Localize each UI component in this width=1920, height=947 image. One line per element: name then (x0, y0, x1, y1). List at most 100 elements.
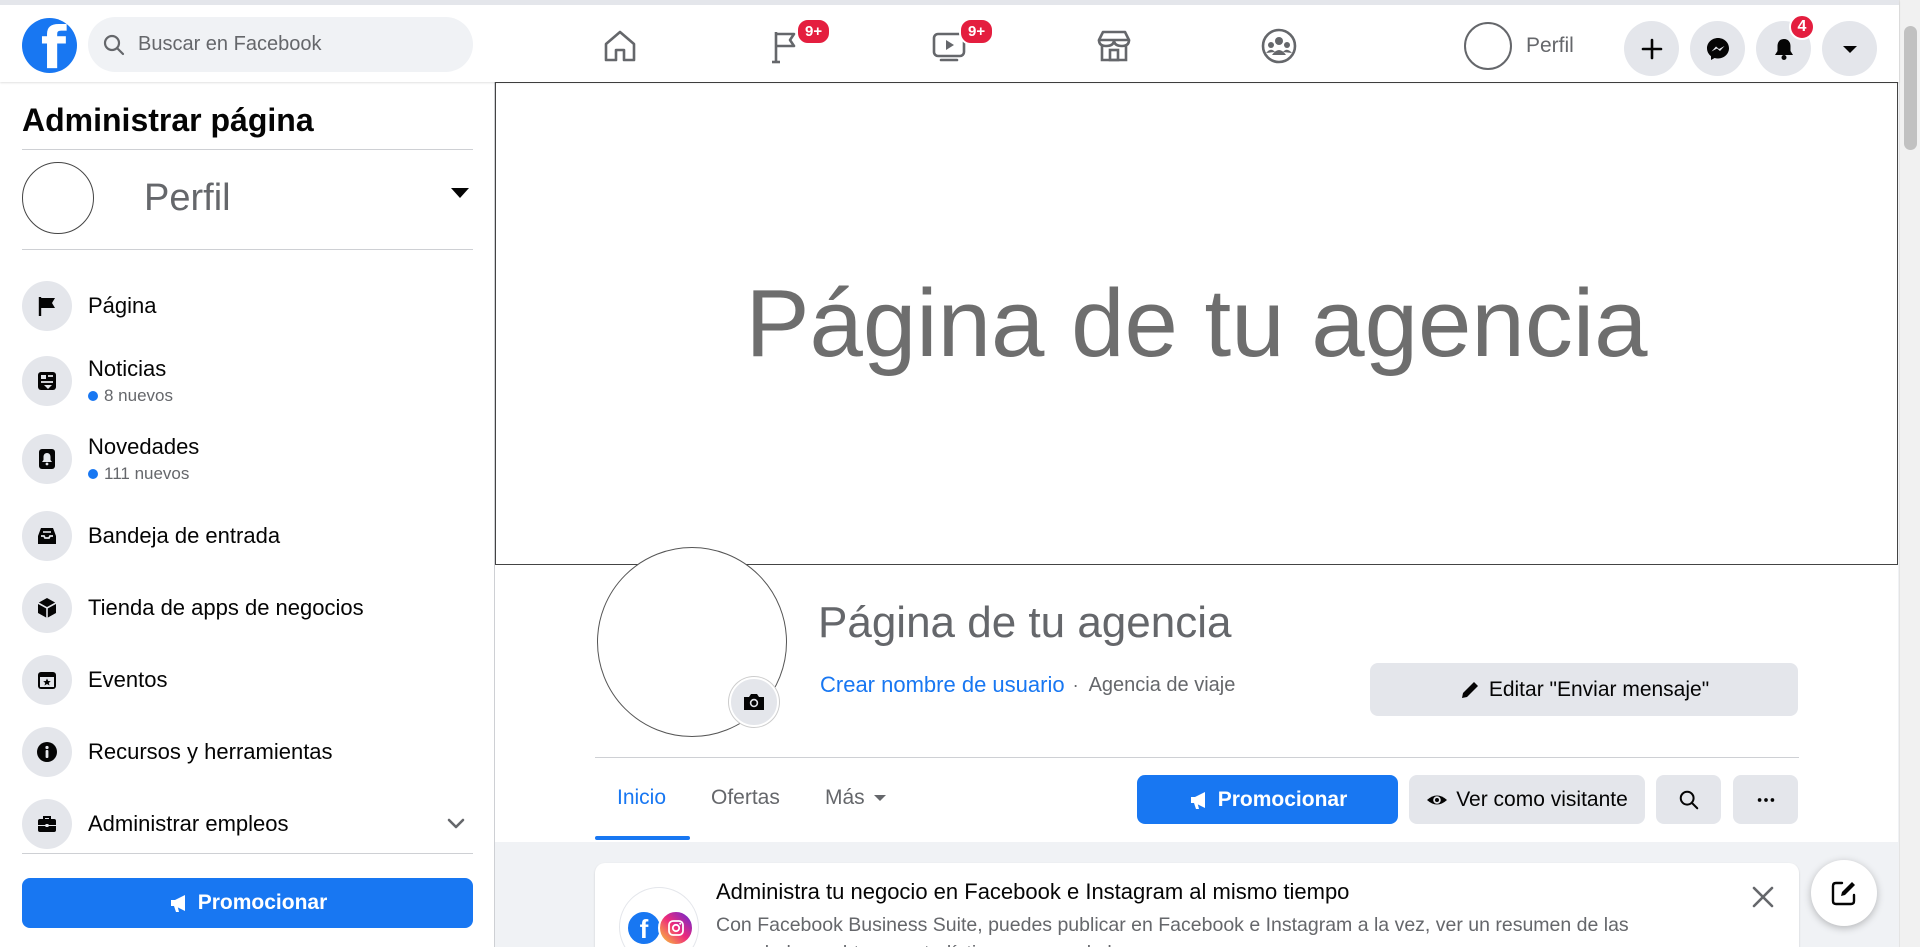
marketplace-icon (1097, 30, 1131, 62)
facebook-icon: f (626, 910, 662, 946)
business-suite-card: f Administra tu negocio en Facebook e In… (595, 863, 1799, 947)
caret-down-icon[interactable] (451, 188, 469, 198)
tab-inicio[interactable]: Inicio (617, 786, 666, 810)
sidebar-item-label: Bandeja de entrada (88, 523, 281, 548)
business-suite-logos: f (619, 887, 699, 947)
sidebar-item-label: Eventos (88, 667, 168, 692)
cover-photo[interactable]: Página de tu agencia (495, 82, 1898, 565)
profile-label: Perfil (1526, 34, 1574, 57)
sidebar-item-label: Noticias (88, 356, 167, 381)
caret-down-icon (1842, 45, 1857, 53)
sidebar-item-label: Recursos y herramientas (88, 739, 333, 764)
promote-label: Promocionar (1217, 787, 1348, 811)
notifications-button[interactable]: 4 (1756, 14, 1815, 76)
sidebar-item-pagina[interactable]: Página (22, 281, 473, 331)
sidebar-item-tienda-apps[interactable]: Tienda de apps de negocios (22, 583, 473, 633)
view-as-visitor-button[interactable]: Ver como visitante (1409, 775, 1645, 824)
info-icon (22, 727, 72, 777)
eye-icon (1427, 795, 1448, 804)
account-menu-button[interactable] (1822, 21, 1877, 76)
page-switcher[interactable]: Perfil (22, 162, 473, 234)
promote-label: Promocionar (197, 891, 328, 914)
divider (22, 853, 473, 854)
sidebar-title: Administrar página (22, 102, 314, 138)
sidebar-item-recursos[interactable]: Recursos y herramientas (22, 727, 473, 777)
tab-ofertas[interactable]: Ofertas (711, 786, 780, 810)
compose-icon (1831, 881, 1856, 906)
flag-icon (22, 281, 72, 331)
edit-button-label: Editar "Enviar mensaje" (1488, 677, 1710, 701)
sidebar-item-noticias[interactable]: Noticias 8 nuevos (22, 356, 473, 406)
inbox-icon (22, 511, 72, 561)
profile-chip[interactable]: Perfil (1464, 19, 1574, 73)
new-count: 111 nuevos (88, 464, 199, 484)
edit-send-message-button[interactable]: Editar "Enviar mensaje" (1370, 663, 1798, 716)
briefcase-icon (22, 799, 72, 849)
sidebar-item-eventos[interactable]: Eventos (22, 655, 473, 705)
page-scrollbar[interactable] (1899, 0, 1920, 947)
page-switcher-name: Perfil (144, 176, 231, 219)
messenger-icon (1706, 37, 1729, 60)
messenger-button[interactable] (1690, 21, 1745, 76)
caret-down-icon (873, 795, 886, 801)
tab-mas[interactable]: Más (825, 786, 887, 810)
search-box[interactable] (88, 17, 473, 72)
bell-icon (1774, 38, 1793, 60)
update-profile-picture-button[interactable] (729, 677, 779, 727)
sidebar-promote-button[interactable]: Promocionar (22, 878, 473, 928)
groups-icon (1261, 28, 1297, 64)
view-as-label: Ver como visitante (1456, 787, 1628, 811)
nav-pages[interactable]: 9+ (758, 18, 832, 69)
divider (595, 757, 1799, 758)
facebook-logo-icon[interactable]: f (22, 18, 77, 73)
pencil-icon (1461, 681, 1478, 698)
promote-button[interactable]: Promocionar (1137, 775, 1398, 824)
sidebar-item-label: Tienda de apps de negocios (88, 595, 364, 620)
sidebar-item-novedades[interactable]: Novedades 111 nuevos (22, 434, 473, 484)
sidebar-item-label: Página (88, 293, 157, 318)
instagram-icon (658, 910, 694, 946)
search-icon (1679, 790, 1698, 809)
create-username-link[interactable]: Crear nombre de usuario (820, 672, 1065, 698)
new-count: 8 nuevos (88, 386, 173, 406)
card-title: Administra tu negocio en Facebook e Inst… (716, 879, 1350, 904)
unread-dot (88, 469, 98, 479)
watch-badge: 9+ (959, 18, 995, 45)
tab-mas-label: Más (825, 786, 865, 809)
megaphone-icon (170, 895, 185, 912)
more-options-button[interactable] (1733, 775, 1798, 824)
logo-letter: f (40, 18, 67, 73)
new-count-text: 8 nuevos (104, 386, 173, 405)
close-icon[interactable] (1749, 883, 1777, 911)
plus-icon (1641, 38, 1662, 59)
nav-marketplace[interactable] (1086, 23, 1142, 69)
ellipsis-icon (1757, 797, 1774, 802)
cube-icon (22, 583, 72, 633)
news-icon (22, 356, 72, 406)
search-input[interactable] (138, 33, 438, 56)
page-search-button[interactable] (1656, 775, 1721, 824)
megaphone-icon (1190, 791, 1205, 809)
sidebar-item-bandeja[interactable]: Bandeja de entrada (22, 511, 473, 561)
divider (22, 149, 473, 150)
nav-watch[interactable]: 9+ (921, 18, 995, 69)
card-body: Con Facebook Business Suite, puedes publ… (716, 914, 1629, 947)
nav-home[interactable] (592, 23, 648, 69)
chevron-down-icon[interactable] (445, 813, 467, 835)
home-icon (604, 30, 636, 62)
nav-groups[interactable] (1251, 23, 1307, 69)
manage-page-sidebar: Administrar página Perfil Página Noticia… (0, 82, 495, 947)
avatar (22, 162, 94, 234)
notifications-badge: 4 (1789, 14, 1815, 40)
unread-dot (88, 391, 98, 401)
sidebar-item-empleos[interactable]: Administrar empleos (22, 799, 473, 849)
page-meta: Crear nombre de usuario · Agencia de via… (820, 672, 1235, 698)
create-button[interactable] (1624, 21, 1679, 76)
page-category[interactable]: Agencia de viaje (1089, 674, 1236, 697)
sidebar-item-label: Novedades (88, 434, 200, 459)
active-tab-indicator (595, 836, 690, 840)
scrollbar-thumb[interactable] (1904, 26, 1917, 150)
top-navigation-bar: f 9+ 9+ Perfil 4 (0, 0, 1899, 82)
new-message-button[interactable] (1811, 860, 1877, 926)
meta-separator: · (1072, 674, 1079, 695)
